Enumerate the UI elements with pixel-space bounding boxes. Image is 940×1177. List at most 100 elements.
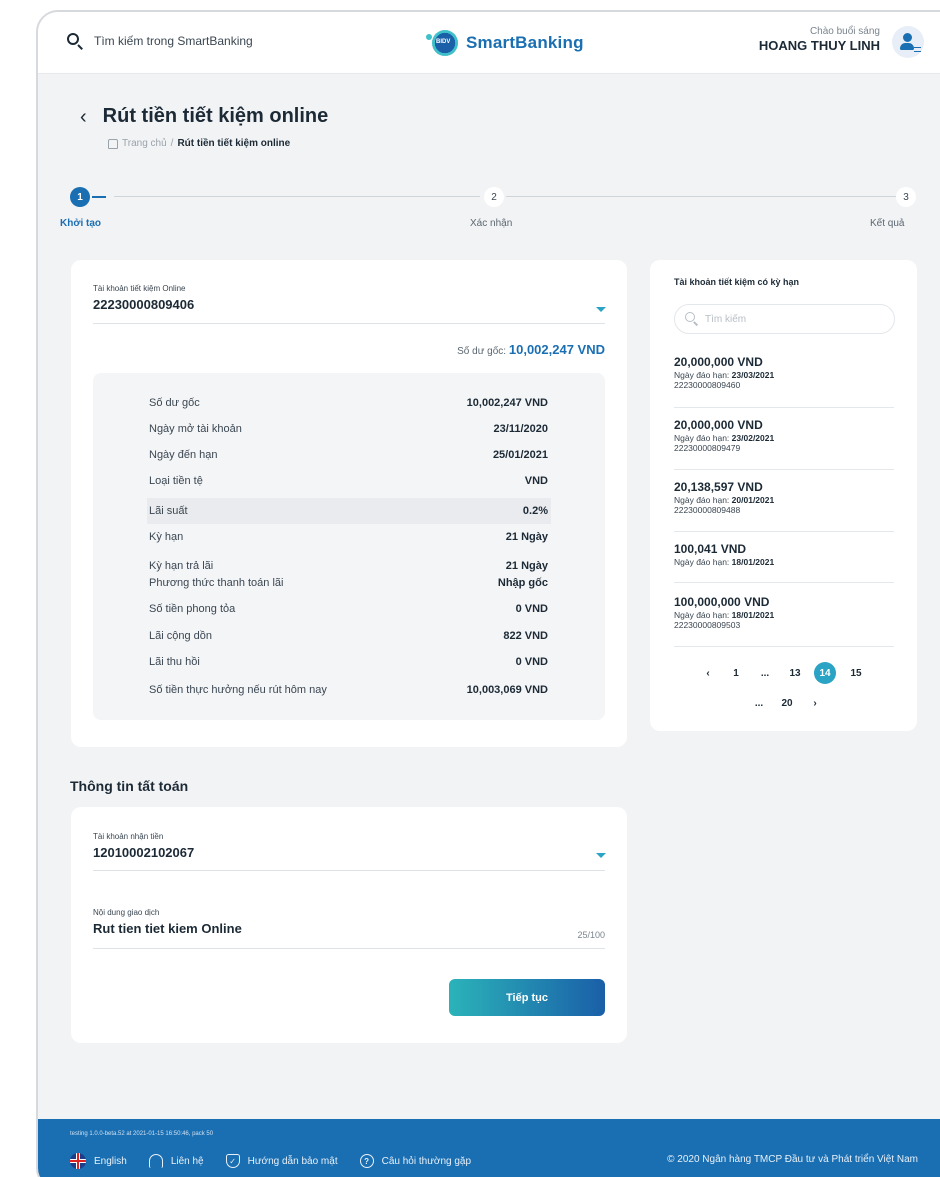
step-2-indicator: 2: [484, 187, 504, 207]
page-title: Rút tiền tiết kiệm online: [102, 105, 329, 127]
brand-logo[interactable]: BIDV SmartBanking: [426, 28, 584, 58]
breadcrumb-current: Rút tiền tiết kiệm online: [177, 138, 291, 149]
pagination-page[interactable]: 1: [725, 662, 747, 684]
term-accounts-search[interactable]: [674, 304, 895, 334]
brand-name: SmartBanking: [466, 33, 584, 52]
transaction-content-label: Nội dung giao dịch: [93, 908, 160, 917]
settlement-card: Tài khoản nhận tiền 12010002102067 Nội d…: [71, 807, 627, 1043]
source-account-label: Tài khoản tiết kiệm Online: [93, 284, 186, 293]
footer-links: English Liên hệ ✓ Hướng dẫn bảo mật ? Câ…: [70, 1153, 471, 1169]
breadcrumb-home[interactable]: Trang chủ: [122, 138, 167, 149]
uk-flag-icon: [70, 1153, 86, 1169]
field-underline: [93, 323, 605, 324]
back-button[interactable]: ‹: [80, 107, 87, 127]
step-1-progress: [92, 196, 106, 198]
detail-row: Số tiền thực hưởng nếu rút hôm nay 10,003…: [149, 684, 548, 696]
list-item[interactable]: 20,000,000 VND Ngày đáo hạn: 23/03/2021 …: [674, 355, 894, 390]
term-accounts-search-input[interactable]: [705, 313, 875, 325]
list-item[interactable]: 20,138,597 VND Ngày đáo hạn: 20/01/2021 …: [674, 480, 894, 515]
transaction-content-field[interactable]: Nội dung giao dịch Rut tien tiet kiem On…: [93, 908, 563, 936]
user-name: HOANG THUY LINH: [758, 38, 880, 53]
receive-account-label: Tài khoản nhận tiền: [93, 832, 164, 841]
balance-label: Số dư gốc:: [457, 346, 507, 357]
step-1-label: Khởi tạo: [60, 218, 101, 229]
settlement-section-title: Thông tin tất toán: [70, 778, 189, 794]
step-connector: [114, 196, 480, 197]
shield-check-icon: ✓: [225, 1154, 240, 1168]
language-english-link[interactable]: English: [70, 1153, 127, 1169]
detail-row: Số tiền phong tỏa 0 VND: [149, 603, 548, 615]
list-divider: [674, 646, 894, 647]
detail-row: Lãi thu hồi 0 VND: [149, 656, 548, 668]
step-connector: [506, 196, 898, 197]
pagination-ellipsis: ...: [760, 667, 770, 679]
global-search[interactable]: [66, 32, 294, 50]
term-accounts-card: Tài khoản tiết kiệm có kỳ hạn 20,000,000…: [650, 260, 917, 731]
faq-link[interactable]: ? Câu hỏi thường gặp: [359, 1154, 471, 1168]
pagination-ellipsis: ...: [754, 697, 764, 709]
contact-link[interactable]: Liên hệ: [148, 1154, 204, 1168]
home-icon: [108, 138, 118, 149]
bidv-logo-icon: BIDV: [426, 28, 460, 58]
field-underline: [93, 948, 605, 949]
detail-row: Lãi suất 0.2%: [147, 498, 551, 524]
list-divider: [674, 582, 894, 583]
search-icon: [685, 312, 699, 326]
step-3-indicator: 3: [896, 187, 916, 207]
breadcrumb: Trang chủ / Rút tiền tiết kiệm online: [108, 138, 290, 149]
headset-icon: [148, 1154, 163, 1168]
help-circle-icon: ?: [359, 1154, 374, 1168]
account-detail-panel: Số dư gốc 10,002,247 VND Ngày mở tài khoả…: [93, 373, 605, 720]
pagination-page[interactable]: 20: [776, 692, 798, 714]
field-underline: [93, 870, 605, 871]
detail-row: Loại tiền tệ VND: [149, 475, 548, 487]
detail-row: Số dư gốc 10,002,247 VND: [149, 397, 548, 409]
continue-button[interactable]: Tiếp tục: [449, 979, 605, 1016]
list-divider: [674, 407, 894, 408]
page-title-row: ‹ Rút tiền tiết kiệm online: [80, 105, 328, 128]
top-header: BIDV SmartBanking Chào buổi sáng HOANG T…: [38, 12, 940, 74]
pagination-prev-button[interactable]: ‹: [697, 662, 719, 684]
balance-summary: Số dư gốc: 10,002,247 VND: [457, 342, 605, 357]
balance-value: 10,002,247 VND: [508, 342, 605, 357]
brand-badge: BIDV: [436, 39, 451, 45]
security-guide-link[interactable]: ✓ Hướng dẫn bảo mật: [225, 1154, 338, 1168]
copyright-text: © 2020 Ngân hàng TMCP Đầu tư và Phát tri…: [667, 1154, 918, 1165]
detail-row: Phương thức thanh toán lãi Nhập gốc: [149, 577, 548, 589]
list-item[interactable]: 100,041 VND Ngày đáo hạn: 18/01/2021: [674, 542, 894, 567]
term-accounts-title: Tài khoản tiết kiệm có kỳ hạn: [674, 277, 800, 287]
build-info: testing 1.0.0-beta.52 at 2021-01-15 16:5…: [70, 1131, 214, 1137]
menu-icon: [914, 47, 921, 52]
pagination-page[interactable]: 15: [845, 662, 867, 684]
list-item[interactable]: 20,000,000 VND Ngày đáo hạn: 23/02/2021 …: [674, 418, 894, 453]
detail-row: Kỳ hạn 21 Ngày: [149, 531, 548, 543]
detail-row: Ngày mở tài khoản 23/11/2020: [149, 423, 548, 435]
user-menu-avatar[interactable]: [892, 26, 924, 58]
chevron-down-icon[interactable]: [596, 853, 606, 858]
source-account-value: 22230000809406: [93, 297, 195, 312]
pagination-next-button[interactable]: ›: [804, 692, 826, 714]
list-divider: [674, 469, 894, 470]
step-2-label: Xác nhận: [470, 218, 513, 229]
receive-account-select[interactable]: Tài khoản nhận tiền 12010002102067: [93, 832, 605, 860]
device-frame: BIDV SmartBanking Chào buổi sáng HOANG T…: [36, 10, 940, 1177]
search-icon: [66, 32, 84, 50]
user-greeting: Chào buổi sáng HOANG THUY LINH: [759, 26, 880, 53]
progress-stepper: 1 2 3 Khởi tạo Xác nhận Kết quả: [60, 185, 920, 235]
source-account-card: Tài khoản tiết kiệm Online 2223000080940…: [71, 260, 627, 747]
footer: testing 1.0.0-beta.52 at 2021-01-15 16:5…: [38, 1119, 940, 1177]
receive-account-value: 12010002102067: [93, 845, 195, 860]
detail-row: Lãi cộng dồn 822 VND: [149, 630, 548, 642]
list-item[interactable]: 100,000,000 VND Ngày đáo hạn: 18/01/2021…: [674, 595, 894, 630]
pagination-page-current[interactable]: 14: [814, 662, 836, 684]
chevron-down-icon[interactable]: [596, 307, 606, 312]
source-account-select[interactable]: Tài khoản tiết kiệm Online 2223000080940…: [93, 284, 605, 312]
list-divider: [674, 531, 894, 532]
detail-row: Ngày đến hạn 25/01/2021: [149, 449, 548, 461]
pagination-page[interactable]: 13: [784, 662, 806, 684]
global-search-input[interactable]: [94, 34, 294, 48]
greeting-text: Chào buổi sáng: [809, 26, 880, 37]
transaction-content-value[interactable]: Rut tien tiet kiem Online: [93, 921, 563, 936]
char-counter: 25/100: [577, 930, 605, 940]
step-1-indicator: 1: [70, 187, 90, 207]
